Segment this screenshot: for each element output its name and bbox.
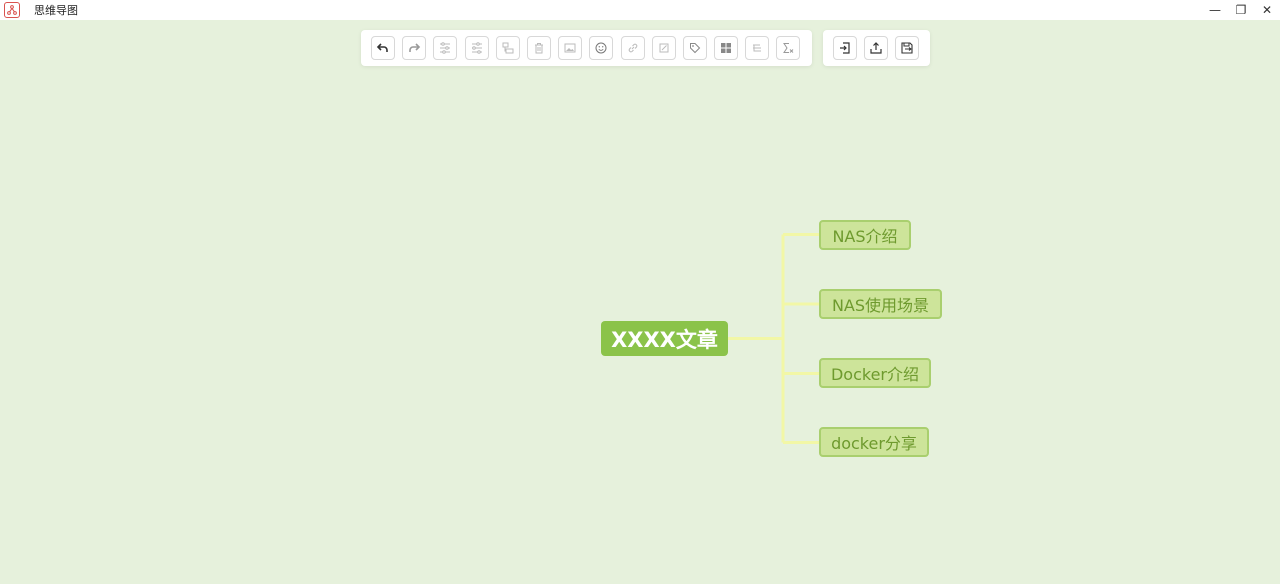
child-topic[interactable]: NAS介绍 xyxy=(819,220,911,250)
child-topic[interactable]: Docker介绍 xyxy=(819,358,931,388)
child-topic[interactable]: NAS使用场景 xyxy=(819,289,942,319)
mindmap-connectors xyxy=(728,233,819,444)
root-topic[interactable]: XXXX文章 xyxy=(601,321,728,356)
child-topic[interactable]: docker分享 xyxy=(819,427,929,457)
